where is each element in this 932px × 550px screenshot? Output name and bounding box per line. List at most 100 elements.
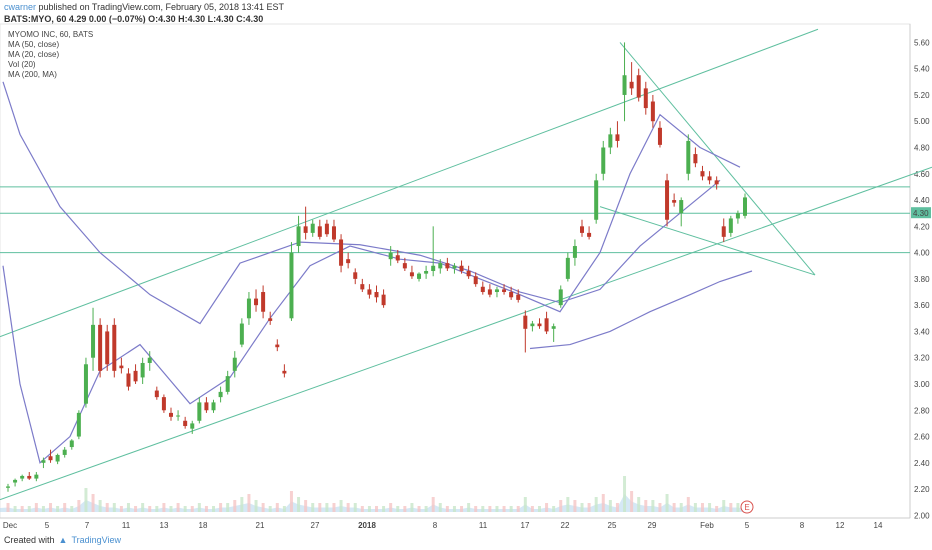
candle-body — [204, 402, 209, 411]
volume-bar — [537, 506, 541, 512]
candle-body — [672, 200, 677, 203]
volume-bar — [325, 503, 329, 512]
volume-bar — [197, 503, 201, 512]
candle-body — [587, 232, 592, 237]
candle-body — [133, 370, 138, 382]
x-tick-label: 21 — [256, 521, 265, 530]
volume-bar — [27, 506, 31, 512]
volume-bar — [382, 506, 386, 512]
price-chart[interactable]: 2.00 2.20 2.40 2.60 2.80 3.00 3.20 3.40 3.60 3.80… — [0, 0, 932, 550]
legend-symbol[interactable]: MYOMO INC, 60, BATS — [8, 30, 93, 40]
candle-body — [324, 223, 329, 235]
y-tick-label: 4.00 — [914, 249, 930, 258]
volume-bar — [353, 503, 357, 512]
volume-bar — [693, 503, 697, 512]
volume-bar — [77, 500, 81, 512]
volume-bar — [708, 503, 712, 512]
volume-bar — [6, 503, 10, 512]
volume-bar — [502, 506, 506, 512]
legend-volume[interactable]: Vol (20) — [8, 60, 93, 70]
volume-bar — [396, 506, 400, 512]
candle-body — [218, 391, 223, 398]
candle-body — [48, 456, 53, 461]
candle-body — [558, 289, 563, 306]
x-tick-label: 5 — [45, 521, 50, 530]
volume-bar — [346, 503, 350, 512]
volume-bar — [587, 503, 591, 512]
earnings-marker-label: E — [744, 503, 749, 512]
volume-bar — [105, 503, 109, 512]
ma200-line — [529, 270, 753, 350]
candle-body — [466, 271, 471, 277]
candle-body — [523, 315, 528, 329]
footer-brand[interactable]: TradingView — [71, 535, 121, 545]
y-tick-label: 5.20 — [914, 91, 930, 100]
y-tick-label: 2.00 — [914, 511, 930, 520]
candle-body — [76, 412, 81, 437]
volume-bar — [665, 494, 669, 512]
y-tick-label: 3.80 — [914, 275, 930, 284]
candle-body — [643, 88, 648, 109]
volume-bar — [552, 506, 556, 512]
volume-bar — [13, 506, 17, 512]
ma20-line — [2, 113, 741, 464]
y-tick-label: 4.40 — [914, 196, 930, 205]
volume-bar — [467, 503, 471, 512]
volume-bar — [686, 497, 690, 512]
candle-body — [197, 402, 202, 421]
trendline — [0, 28, 819, 338]
volume-bar — [289, 491, 293, 512]
candle-body — [594, 180, 599, 220]
volume-bar — [318, 503, 322, 512]
y-tick-label: 2.80 — [914, 406, 930, 415]
volume-bar — [658, 503, 662, 512]
candle-body — [190, 423, 195, 429]
volume-bar — [176, 503, 180, 512]
trendline — [0, 166, 932, 501]
volume-bar — [332, 503, 336, 512]
candle-body — [6, 486, 10, 488]
volume-bar — [615, 503, 619, 512]
plot-area — [0, 23, 911, 519]
tradingview-logo-icon[interactable]: ▲ — [59, 535, 68, 545]
volume-bar — [488, 506, 492, 512]
candle-body — [480, 286, 485, 293]
volume-bar — [311, 503, 315, 512]
candle-body — [140, 362, 145, 378]
footer-prefix: Created with — [4, 535, 55, 545]
volume-bar — [162, 503, 166, 512]
y-tick-label: 3.00 — [914, 380, 930, 389]
candle-body — [714, 180, 719, 185]
candle-body — [551, 326, 556, 329]
candle-body — [83, 364, 88, 404]
trendline — [599, 206, 816, 276]
y-tick-label: 4.20 — [914, 222, 930, 231]
legend-ma200[interactable]: MA (200, MA) — [8, 70, 93, 80]
candle-body — [41, 460, 46, 463]
volume-bar — [389, 503, 393, 512]
volume-bar — [580, 503, 584, 512]
candle-body — [473, 276, 478, 285]
candle-body — [601, 147, 606, 174]
candle-body — [686, 140, 691, 174]
volume-bar — [98, 500, 102, 512]
candle-body — [743, 197, 747, 216]
candle-body — [105, 331, 110, 365]
volume-bar — [254, 500, 258, 512]
candle-body — [353, 272, 358, 279]
candle-body — [417, 273, 422, 279]
legend-ma20[interactable]: MA (20, close) — [8, 50, 93, 60]
legend-ma50[interactable]: MA (50, close) — [8, 40, 93, 50]
trendline — [619, 42, 816, 276]
candle-body — [374, 292, 379, 298]
candle-body — [282, 370, 287, 374]
candle-body — [275, 344, 280, 348]
volume-bar — [91, 494, 95, 512]
volume-bar — [672, 503, 676, 512]
volume-area — [0, 494, 745, 512]
candle-body — [502, 289, 507, 293]
volume-bar — [715, 506, 719, 512]
volume-bar — [495, 506, 499, 512]
x-tick-label: 11 — [122, 521, 131, 530]
x-tick-label: 27 — [311, 521, 320, 530]
